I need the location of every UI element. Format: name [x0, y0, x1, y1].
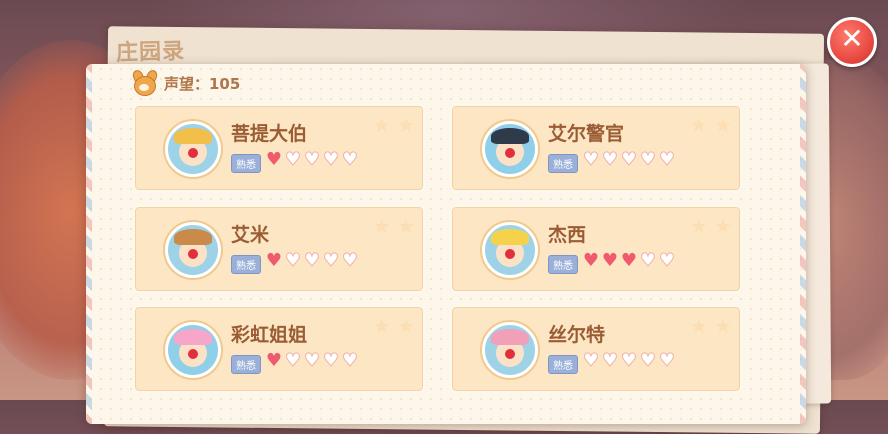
nose-icon [188, 349, 198, 359]
heart-icon: ♥ [284, 350, 302, 371]
npc-name: 丝尔特 [548, 324, 606, 346]
npc-card[interactable]: ★ ★ 艾尔警官 熟悉 ♥ ♥ ♥ ♥ ♥ [450, 104, 742, 192]
nose-icon [505, 249, 515, 259]
npc-name: 杰西 [548, 224, 587, 246]
nose-icon [505, 148, 515, 158]
heart-icon: ♥ [601, 149, 619, 170]
heart-icon: ♥ [582, 149, 600, 170]
hat-icon [491, 329, 529, 345]
npc-card[interactable]: ★ ★ 丝尔特 熟悉 ♥ ♥ ♥ ♥ ♥ [450, 305, 742, 393]
heart-icon: ♥ [322, 250, 340, 271]
npc-avatar[interactable] [482, 222, 538, 278]
heart-icon: ♥ [658, 149, 676, 170]
heart-icon: ♥ [303, 149, 321, 170]
npc-card[interactable]: ★ ★ 彩虹姐姐 熟悉 ♥ ♥ ♥ ♥ ♥ [133, 305, 425, 393]
npc-name: 菩提大伯 [231, 123, 308, 145]
heart-icon: ♥ [601, 250, 619, 271]
npc-avatar[interactable] [165, 322, 221, 378]
hat-icon [174, 128, 212, 144]
heart-icon: ♥ [341, 149, 359, 170]
nose-icon [505, 349, 515, 359]
affection-hearts: ♥ ♥ ♥ ♥ ♥ [582, 350, 676, 371]
hat-icon [174, 229, 212, 245]
hat-icon [491, 128, 529, 144]
heart-icon: ♥ [582, 350, 600, 371]
reputation: 声望：105 [130, 68, 241, 96]
hat-icon [491, 229, 529, 245]
familiarity-badge: 熟悉 [231, 355, 261, 374]
heart-icon: ♥ [265, 149, 283, 170]
npc-name: 艾米 [231, 224, 270, 246]
heart-icon: ♥ [639, 350, 657, 371]
reputation-label: 声望：105 [164, 74, 241, 93]
heart-icon: ♥ [601, 350, 619, 371]
familiarity-badge: 熟悉 [548, 154, 578, 173]
close-button[interactable]: ✕ [827, 17, 877, 67]
heart-icon: ♥ [620, 250, 638, 271]
fox-icon [130, 68, 160, 96]
affection-hearts: ♥ ♥ ♥ ♥ ♥ [265, 250, 359, 271]
heart-icon: ♥ [341, 350, 359, 371]
familiarity-badge: 熟悉 [231, 255, 261, 274]
heart-icon: ♥ [303, 350, 321, 371]
hat-icon [174, 329, 212, 345]
familiarity-badge: 熟悉 [548, 355, 578, 374]
affection-hearts: ♥ ♥ ♥ ♥ ♥ [582, 149, 676, 170]
npc-card[interactable]: ★ ★ 艾米 熟悉 ♥ ♥ ♥ ♥ ♥ [133, 205, 425, 293]
heart-icon: ♥ [284, 250, 302, 271]
heart-icon: ♥ [341, 250, 359, 271]
heart-icon: ♥ [265, 250, 283, 271]
npc-avatar[interactable] [482, 322, 538, 378]
nose-icon [188, 249, 198, 259]
heart-icon: ♥ [265, 350, 283, 371]
heart-icon: ♥ [284, 149, 302, 170]
affection-hearts: ♥ ♥ ♥ ♥ ♥ [265, 149, 359, 170]
heart-icon: ♥ [620, 350, 638, 371]
heart-icon: ♥ [322, 350, 340, 371]
heart-icon: ♥ [639, 149, 657, 170]
heart-icon: ♥ [303, 250, 321, 271]
npc-card[interactable]: ★ ★ 菩提大伯 熟悉 ♥ ♥ ♥ ♥ ♥ [133, 104, 425, 192]
npc-name: 彩虹姐姐 [231, 324, 308, 346]
affection-hearts: ♥ ♥ ♥ ♥ ♥ [582, 250, 676, 271]
book-title: 庄园录 [115, 39, 186, 66]
heart-icon: ♥ [582, 250, 600, 271]
heart-icon: ♥ [639, 250, 657, 271]
heart-icon: ♥ [620, 149, 638, 170]
npc-avatar[interactable] [165, 222, 221, 278]
heart-icon: ♥ [322, 149, 340, 170]
heart-icon: ♥ [658, 350, 676, 371]
affection-hearts: ♥ ♥ ♥ ♥ ♥ [265, 350, 359, 371]
nose-icon [188, 148, 198, 158]
npc-name: 艾尔警官 [548, 123, 625, 145]
npc-avatar[interactable] [482, 121, 538, 177]
familiarity-badge: 熟悉 [231, 154, 261, 173]
familiarity-badge: 熟悉 [548, 255, 578, 274]
npc-card[interactable]: ★ ★ 杰西 熟悉 ♥ ♥ ♥ ♥ ♥ [450, 205, 742, 293]
heart-icon: ♥ [658, 250, 676, 271]
npc-avatar[interactable] [165, 121, 221, 177]
